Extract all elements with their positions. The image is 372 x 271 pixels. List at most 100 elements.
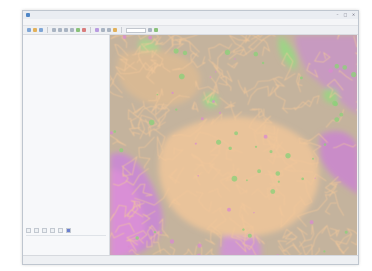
close-icon[interactable]: × [351, 12, 356, 17]
class-patch [314, 177, 316, 179]
identify-icon[interactable] [101, 28, 105, 32]
vegetation-patch [339, 112, 344, 117]
vegetation-patch [135, 236, 139, 240]
zoom-full-icon[interactable] [70, 28, 74, 32]
vegetation-patch [277, 180, 280, 183]
histogram-icon[interactable] [66, 228, 71, 233]
vegetation-patch [182, 50, 188, 56]
app-icon [26, 13, 30, 17]
new-project-icon[interactable] [27, 28, 31, 32]
run-tool-icon[interactable] [154, 28, 158, 32]
vegetation-patch [175, 108, 178, 111]
move-up-icon[interactable] [26, 228, 31, 233]
vegetation-patch [231, 175, 238, 182]
vegetation-patch [285, 153, 291, 159]
vegetation-patch [173, 48, 179, 54]
vegetation-patch [242, 228, 245, 231]
vegetation-patch [119, 148, 124, 153]
vegetation-patch [246, 179, 248, 182]
vegetation-patch [342, 65, 347, 70]
class-patch [212, 100, 215, 103]
layers-panel [23, 35, 110, 256]
gis-application-window: – □ × [22, 10, 359, 265]
zoom-out-icon[interactable] [64, 28, 68, 32]
vegetation-patch [333, 101, 338, 107]
add-layer-icon[interactable] [76, 28, 80, 32]
vegetation-patch [300, 76, 303, 80]
layer-panel-toolbar [26, 227, 106, 234]
save-project-icon[interactable] [39, 28, 43, 32]
class-patch [219, 111, 221, 114]
vegetation-patch [301, 177, 304, 181]
remove-icon[interactable] [58, 228, 63, 233]
class-patch [200, 117, 204, 121]
raster-map[interactable] [110, 35, 357, 256]
vegetation-patch [334, 117, 340, 122]
main-toolbar [23, 26, 358, 35]
vegetation-patch [344, 230, 348, 234]
vegetation-patch [228, 146, 232, 150]
layer-dropdown[interactable] [126, 27, 146, 33]
select-feature-icon[interactable] [95, 28, 99, 32]
vegetation-patch [253, 51, 259, 57]
class-patch [160, 232, 163, 234]
window-controls: – □ × [335, 12, 356, 17]
class-patch [309, 220, 314, 225]
vegetation-patch [275, 171, 281, 176]
vegetation-patch [312, 157, 314, 160]
vegetation-patch [257, 169, 261, 174]
class-patch [171, 91, 174, 94]
class-patch [197, 175, 199, 177]
open-project-icon[interactable] [33, 28, 37, 32]
class-patch [122, 35, 127, 39]
vegetation-patch [113, 130, 117, 133]
vegetation-patch [269, 150, 273, 154]
vegetation-patch [156, 93, 159, 96]
vegetation-patch [216, 139, 222, 145]
class-patch [328, 68, 333, 73]
vegetation-patch [234, 131, 238, 136]
zoom-in-icon[interactable] [58, 28, 62, 32]
vegetation-patch [178, 73, 185, 80]
class-patch [197, 243, 202, 248]
vegetation-patch [351, 71, 357, 78]
status-bar [23, 255, 358, 264]
vegetation-patch [153, 231, 156, 234]
class-patch [227, 207, 231, 212]
class-patch [148, 35, 153, 40]
vegetation-patch [247, 233, 252, 238]
vegetation-patch [261, 61, 265, 65]
class-patch [328, 53, 330, 56]
remove-layer-icon[interactable] [82, 28, 86, 32]
panel-tabs [25, 37, 107, 43]
maximize-icon[interactable]: □ [343, 12, 348, 17]
class-patch [234, 58, 236, 60]
class-patch [194, 142, 197, 145]
class-patch [214, 71, 217, 73]
toolbar-separator [121, 27, 122, 33]
measure-icon[interactable] [107, 28, 111, 32]
class-patch [209, 76, 212, 78]
toolbar-separator [47, 27, 48, 33]
move-down-icon[interactable] [34, 228, 39, 233]
map-canvas[interactable] [110, 35, 357, 256]
vegetation-patch [323, 143, 327, 146]
zoom-to-layer-icon[interactable] [50, 228, 55, 233]
panel-filter-row [25, 45, 107, 51]
vegetation-patch [254, 145, 258, 148]
menu-bar [23, 19, 358, 26]
properties-icon[interactable] [42, 228, 47, 233]
refresh-icon[interactable] [148, 28, 152, 32]
vegetation-patch [148, 119, 155, 126]
class-patch [263, 134, 268, 139]
vegetation-patch [270, 189, 276, 194]
vegetation-patch [224, 49, 231, 55]
class-patch [253, 212, 255, 214]
class-patch [127, 245, 130, 248]
minimize-icon[interactable]: – [335, 12, 340, 17]
class-patch [169, 239, 175, 244]
pan-tool-icon[interactable] [52, 28, 56, 32]
toolbar-separator [90, 27, 91, 33]
edit-icon[interactable] [113, 28, 117, 32]
vegetation-patch [323, 250, 326, 253]
